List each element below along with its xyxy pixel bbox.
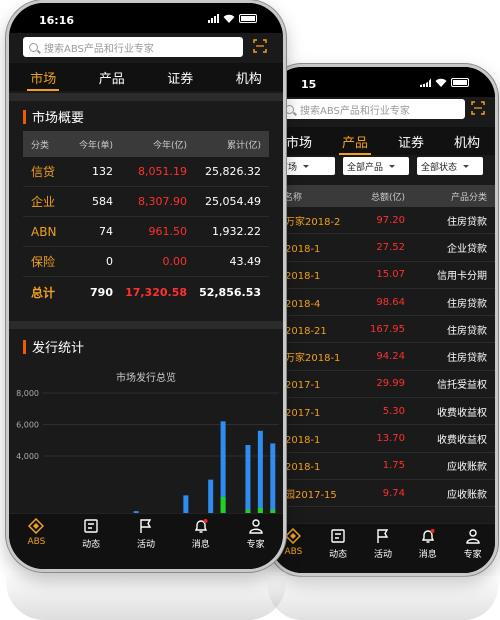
y-tick-label: 4,000	[16, 452, 39, 461]
nav-experts[interactable]: 专家	[236, 518, 276, 550]
y-tick-label: 8,000	[16, 389, 39, 398]
battery-icon	[451, 78, 469, 87]
nav-messages[interactable]: 消息	[181, 518, 221, 550]
product-row[interactable]: 盈万家2018-2 97.20 住房贷款	[271, 207, 495, 235]
product-list-header: 品名称 总额(亿) 产品分类	[271, 185, 495, 207]
overview-header: 分类 今年(单) 今年(亿) 累计(亿)	[23, 131, 269, 157]
market-overview-title: 市场概要	[23, 107, 84, 126]
flag-icon	[140, 519, 152, 533]
product-list: 盈万家2018-2 97.20 住房贷款 江2018-1 27.52 企业贷款 信2018-…	[271, 207, 495, 508]
product-row[interactable]: 铁2018-1 1.75 应收账款	[271, 453, 495, 480]
tab-securities[interactable]: 证券	[167, 63, 193, 91]
header-category: 产品分类	[450, 192, 487, 203]
filter-bar: 市场 全部产品 全部状态	[271, 157, 495, 183]
tab-market[interactable]: 市场	[27, 63, 60, 91]
tab-product[interactable]: 产品	[338, 127, 372, 155]
signal-icon	[208, 14, 219, 23]
tab-institution[interactable]: 机构	[236, 63, 262, 91]
nav-news[interactable]: 动态	[71, 518, 111, 550]
tab-institution[interactable]: 机构	[454, 127, 480, 155]
section-divider	[9, 321, 283, 329]
front-phone-reflection	[6, 572, 286, 620]
flag-icon	[377, 529, 389, 543]
tab-securities[interactable]: 证券	[398, 127, 424, 155]
product-row[interactable]: 元2018-21 167.95 住房贷款	[271, 316, 495, 344]
top-tabs: 市场 产品 证券 机构	[271, 127, 495, 155]
status-time: 15	[301, 78, 317, 91]
notch	[333, 67, 433, 85]
product-row[interactable]: 聚2017-1 29.99 信托受益权	[271, 371, 495, 399]
header-amount: 总额(亿)	[370, 192, 405, 203]
front-phone: 16:16 搜索ABS产品和行业专家 市场 产品 证券 机构 市场概要 分类 今…	[6, 0, 286, 572]
y-tick-label: 6,000	[16, 421, 39, 430]
abs-icon	[285, 528, 302, 544]
wifi-icon	[223, 14, 235, 23]
issuance-bar-chart: 8,000 6,000 4,000	[16, 389, 279, 519]
news-icon	[84, 519, 98, 533]
bar-series-1	[245, 444, 251, 519]
search-placeholder: 搜索ABS产品和行业专家	[300, 105, 410, 117]
back-phone-reflection	[268, 576, 498, 620]
search-input[interactable]: 搜索ABS产品和行业专家	[279, 99, 465, 119]
search-input[interactable]: 搜索ABS产品和行业专家	[23, 37, 243, 57]
bar-series-1	[270, 443, 276, 519]
overview-row[interactable]: 信贷 132 8,051.19 25,826.32	[23, 157, 269, 187]
wifi-icon	[435, 78, 447, 87]
news-icon	[331, 529, 345, 543]
product-screen: 15 搜索ABS产品和行业专家 市场 产品 证券 机构 市场 全部产品 全部状态	[271, 67, 495, 573]
product-row[interactable]: 江2018-1 27.52 企业贷款	[271, 234, 495, 262]
back-phone: 15 搜索ABS产品和行业专家 市场 产品 证券 机构 市场 全部产品 全部状态	[268, 64, 498, 576]
tab-market[interactable]: 市场	[286, 127, 312, 155]
overview-row[interactable]: 保险 0 0.00 43.49	[23, 247, 269, 277]
tab-product[interactable]: 产品	[99, 63, 125, 91]
expert-icon	[248, 519, 263, 534]
nav-events[interactable]: 活动	[126, 518, 166, 550]
nav-messages[interactable]: 消息	[408, 528, 448, 560]
nav-news[interactable]: 动态	[318, 528, 358, 560]
overview-table: 分类 今年(单) 今年(亿) 累计(亿) 信贷 132 8,051.19 25,826…	[23, 131, 269, 307]
market-screen: 16:16 搜索ABS产品和行业专家 市场 产品 证券 机构 市场概要 分类 今…	[9, 3, 283, 569]
search-icon	[285, 104, 294, 114]
section-divider	[9, 93, 283, 101]
product-row[interactable]: 盈万家2018-1 94.24 住房贷款	[271, 343, 495, 371]
notch	[87, 3, 205, 23]
bottom-nav: ABS 动态 活动 消息 专家	[9, 513, 283, 569]
overview-rows: 信贷 132 8,051.19 25,826.32 企业 584 8,307.90 25,05…	[23, 157, 269, 277]
nav-abs[interactable]: ABS	[16, 518, 56, 547]
status-time: 16:16	[39, 14, 75, 27]
issuance-stats-title: 发行统计	[23, 337, 84, 356]
product-row[interactable]: 信2018-1 15.07 信用卡分期	[271, 262, 495, 289]
product-filter[interactable]: 全部产品	[343, 157, 409, 175]
product-row[interactable]: 供2018-1 13.70 收费收益权	[271, 425, 495, 453]
product-row[interactable]: 桂园2017-15 9.74 应收账款	[271, 480, 495, 508]
bottom-nav: ABS 动态 活动 消息 专家	[271, 523, 495, 573]
search-icon	[29, 42, 38, 52]
nav-experts[interactable]: 专家	[453, 528, 493, 560]
search-placeholder: 搜索ABS产品和行业专家	[44, 43, 154, 55]
scan-icon[interactable]	[471, 101, 485, 115]
nav-events[interactable]: 活动	[363, 528, 403, 560]
bell-icon	[194, 519, 208, 533]
overview-row[interactable]: ABN 74 961.50 1,932.22	[23, 217, 269, 247]
abs-icon	[28, 518, 45, 534]
overview-total-row: 总计 790 17,320.58 52,856.53	[31, 285, 261, 300]
expert-icon	[465, 529, 480, 544]
battery-icon	[239, 14, 257, 23]
scan-icon[interactable]	[253, 39, 267, 53]
bar-series-1	[257, 430, 263, 519]
product-row[interactable]: 元2018-4 98.64 住房贷款	[271, 289, 495, 317]
top-tabs: 市场 产品 证券 机构	[9, 63, 283, 91]
status-filter[interactable]: 全部状态	[417, 157, 483, 175]
overview-row[interactable]: 企业 584 8,307.90 25,054.49	[23, 187, 269, 217]
product-row[interactable]: 桥2017-1 5.30 收费收益权	[271, 398, 495, 426]
bell-icon	[421, 529, 435, 543]
